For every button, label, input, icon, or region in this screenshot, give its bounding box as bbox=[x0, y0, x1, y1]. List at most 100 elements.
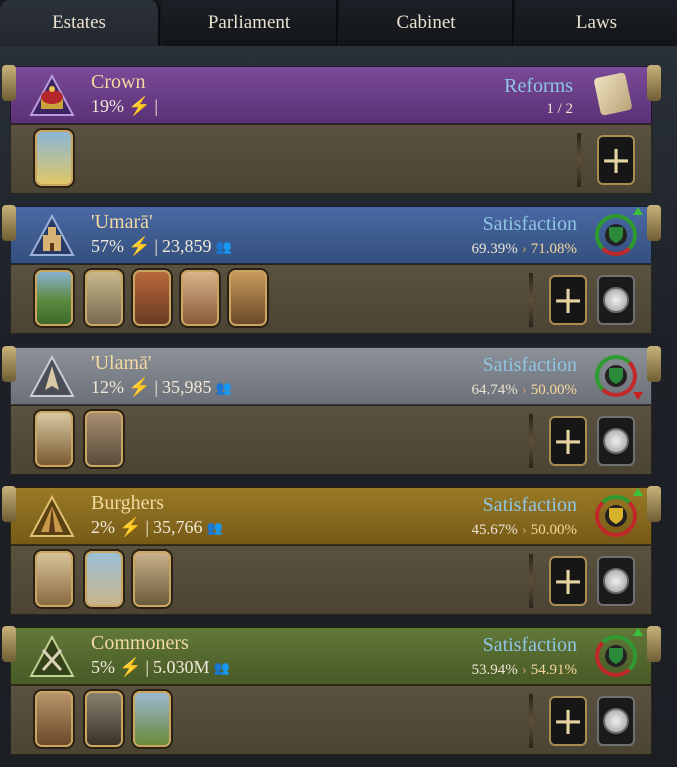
chevron-right-icon: › bbox=[521, 522, 527, 538]
population-icon: 👥 bbox=[213, 659, 230, 675]
ornament-icon bbox=[2, 65, 16, 101]
add-reform-button[interactable]: + bbox=[597, 135, 635, 185]
ornament-icon bbox=[647, 65, 661, 101]
satisfaction-ring[interactable] bbox=[595, 495, 637, 537]
power-value: 57% bbox=[91, 236, 124, 256]
praying-hands-icon bbox=[29, 354, 75, 400]
town-privilege-icon[interactable] bbox=[35, 551, 73, 607]
shield-icon bbox=[605, 365, 627, 387]
estate-umara-header: 'Umarā' 57% ⚡ | 23,859 👥 Satisfaction 69… bbox=[2, 205, 661, 264]
tab-parliament[interactable]: Parliament bbox=[162, 0, 338, 46]
coin-icon bbox=[603, 428, 629, 454]
estate-ulama-header: 'Ulamā' 12% ⚡ | 35,985 👥 Satisfaction 64… bbox=[2, 346, 661, 405]
power-value: 5% bbox=[91, 657, 115, 677]
market-privilege-icon[interactable] bbox=[133, 270, 171, 326]
divider bbox=[529, 273, 533, 327]
estate-power: 19% ⚡ | bbox=[91, 96, 158, 117]
estate-crown-privileges: + bbox=[10, 124, 652, 194]
reforms-label[interactable]: Reforms bbox=[504, 75, 573, 98]
scholars-privilege-icon[interactable] bbox=[85, 411, 123, 467]
pitchfork-icon bbox=[29, 634, 75, 680]
satisfaction-target: 50.00% bbox=[530, 522, 577, 538]
ship-privilege-icon[interactable] bbox=[85, 551, 123, 607]
estate-crown-header: Crown 19% ⚡ | Reforms 1 / 2 bbox=[2, 65, 661, 124]
estate-burghers-header: Burghers 2% ⚡ | 35,766 👥 Satisfaction 45… bbox=[2, 486, 661, 545]
farmland-privilege-icon[interactable] bbox=[35, 270, 73, 326]
satisfaction-target: 50.00% bbox=[530, 382, 577, 398]
castle-icon bbox=[29, 213, 75, 259]
satisfaction-values: 64.74% › 50.00% bbox=[472, 382, 578, 399]
shield-icon bbox=[605, 224, 627, 246]
estate-ulama: 'Ulamā' 12% ⚡ | 35,985 👥 Satisfaction 64… bbox=[2, 346, 661, 477]
ornament-icon bbox=[647, 205, 661, 241]
livestock-privilege-icon[interactable] bbox=[133, 691, 171, 747]
levy-privilege-icon[interactable] bbox=[85, 691, 123, 747]
goods-privilege-icon[interactable] bbox=[35, 691, 73, 747]
lightning-icon: ⚡ bbox=[119, 517, 142, 537]
tent-icon bbox=[29, 494, 75, 540]
add-privilege-button[interactable]: + bbox=[549, 556, 587, 606]
lightning-icon: ⚡ bbox=[119, 657, 142, 677]
grant-money-button[interactable] bbox=[597, 416, 635, 466]
estate-power: 57% ⚡ | 23,859 👥 bbox=[91, 236, 232, 257]
divider bbox=[529, 694, 533, 748]
noble-lady-privilege-icon[interactable] bbox=[85, 270, 123, 326]
add-privilege-button[interactable]: + bbox=[549, 416, 587, 466]
estate-name: Commoners bbox=[91, 632, 189, 654]
scroll-icon[interactable] bbox=[593, 72, 633, 116]
add-privilege-button[interactable]: + bbox=[549, 275, 587, 325]
tab-laws[interactable]: Laws bbox=[516, 0, 677, 46]
satisfaction-ring[interactable] bbox=[595, 635, 637, 677]
separator: | bbox=[154, 96, 159, 116]
separator: | bbox=[154, 377, 159, 397]
estate-name: 'Umarā' bbox=[91, 211, 153, 233]
ornament-icon bbox=[2, 346, 16, 382]
lightning-icon: ⚡ bbox=[128, 96, 151, 116]
estate-ulama-privileges: + bbox=[10, 405, 652, 475]
tab-cabinet[interactable]: Cabinet bbox=[340, 0, 514, 46]
population-value: 35,766 bbox=[153, 517, 203, 537]
power-value: 19% bbox=[91, 96, 124, 116]
population-icon: 👥 bbox=[206, 519, 223, 535]
coin-icon bbox=[603, 568, 629, 594]
satisfaction-label: Satisfaction bbox=[482, 634, 577, 656]
grant-money-button[interactable] bbox=[597, 696, 635, 746]
estate-commoners-header: Commoners 5% ⚡ | 5.030M 👥 Satisfaction 5… bbox=[2, 626, 661, 685]
estate-umara-privileges: + bbox=[10, 264, 652, 334]
satisfaction-label: Satisfaction bbox=[482, 354, 577, 376]
separator: | bbox=[145, 517, 150, 537]
ornament-icon bbox=[647, 626, 661, 662]
chevron-right-icon: › bbox=[521, 241, 527, 257]
divider bbox=[577, 133, 581, 187]
tab-estates[interactable]: Estates bbox=[0, 0, 160, 46]
grant-money-button[interactable] bbox=[597, 556, 635, 606]
ornament-icon bbox=[2, 486, 16, 522]
satisfaction-current: 69.39% bbox=[471, 241, 518, 257]
grant-money-button[interactable] bbox=[597, 275, 635, 325]
ornament-icon bbox=[647, 346, 661, 382]
reforms-count: 1 / 2 bbox=[546, 101, 573, 117]
satisfaction-target: 71.08% bbox=[530, 241, 577, 257]
estate-burghers-privileges: + bbox=[10, 545, 652, 615]
estate-commoners-privileges: + bbox=[10, 685, 652, 755]
satisfaction-current: 64.74% bbox=[471, 382, 518, 398]
lightning-icon: ⚡ bbox=[128, 377, 151, 397]
trend-up-icon bbox=[633, 488, 643, 496]
banner-privilege-icon[interactable] bbox=[35, 130, 73, 186]
trend-down-icon bbox=[633, 392, 643, 400]
divider bbox=[529, 554, 533, 608]
scripture-privilege-icon[interactable] bbox=[35, 411, 73, 467]
trend-up-icon bbox=[633, 207, 643, 215]
merchant-privilege-icon[interactable] bbox=[133, 551, 171, 607]
population-icon: 👥 bbox=[215, 238, 232, 254]
estate-crown: Crown 19% ⚡ | Reforms 1 / 2 + bbox=[2, 65, 661, 196]
tax-privilege-icon[interactable] bbox=[181, 270, 219, 326]
satisfaction-ring[interactable] bbox=[595, 355, 637, 397]
satisfaction-current: 45.67% bbox=[471, 522, 518, 538]
coin-icon bbox=[603, 708, 629, 734]
satisfaction-ring[interactable] bbox=[595, 214, 637, 256]
cavalry-privilege-icon[interactable] bbox=[229, 270, 267, 326]
add-privilege-button[interactable]: + bbox=[549, 696, 587, 746]
satisfaction-label: Satisfaction bbox=[482, 213, 577, 235]
crown-icon bbox=[29, 73, 75, 119]
